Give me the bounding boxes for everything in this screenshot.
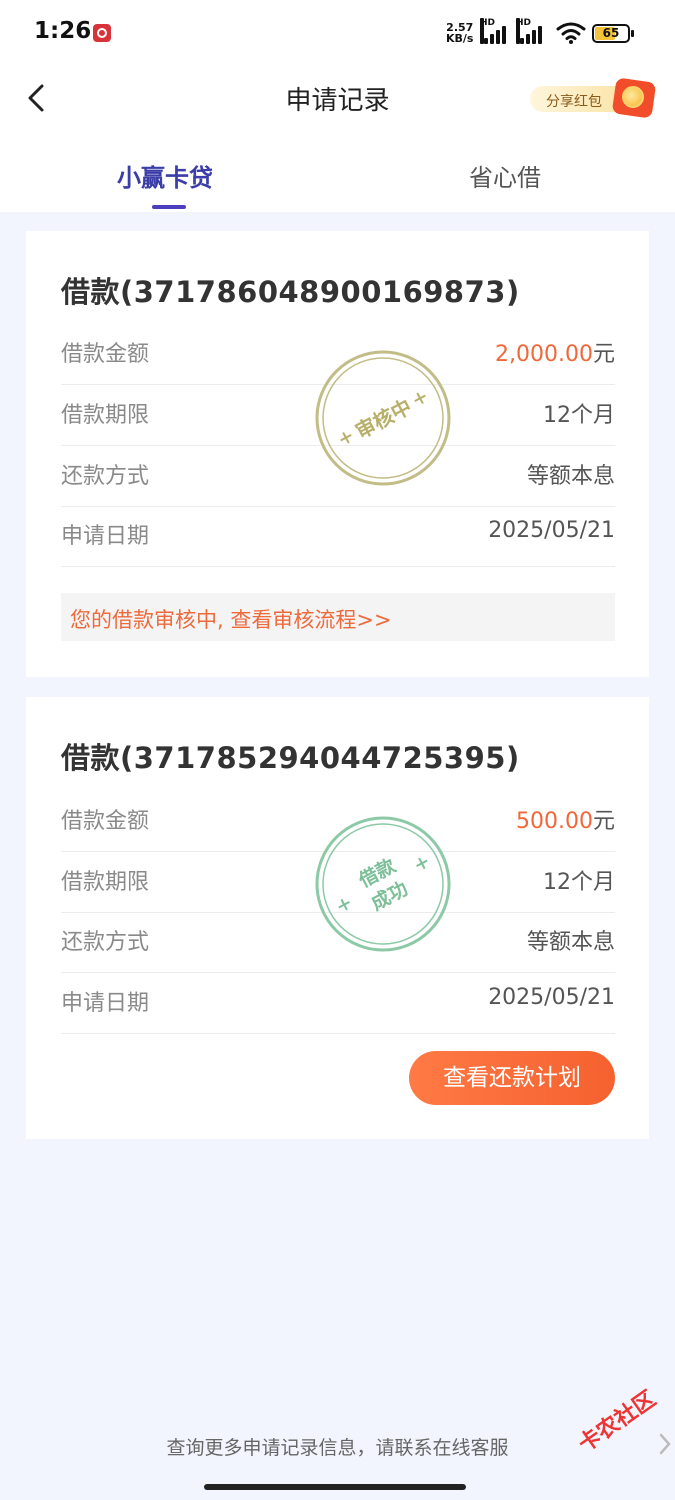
row-label: 申请日期 — [61, 524, 150, 549]
home-indicator[interactable] — [204, 1484, 466, 1490]
apply-date-row: 申请日期 2025/05/21 — [61, 973, 615, 1034]
tab-active-indicator — [152, 205, 186, 209]
loan-success-stamp-icon: 借款 成功 — [315, 816, 451, 952]
cell-signal-icon: HD — [480, 18, 510, 44]
row-value: 500.00元 — [516, 803, 615, 835]
wifi-icon — [556, 22, 586, 44]
row-label: 借款期限 — [61, 403, 150, 428]
row-label: 借款金额 — [61, 809, 150, 834]
tab-xiaoying-card-loan[interactable]: 小赢卡贷 — [117, 158, 213, 193]
chevron-right-icon — [659, 1433, 671, 1455]
network-speed-unit: KB/s — [446, 32, 474, 45]
row-value: 等额本息 — [526, 930, 615, 955]
row-value: 2025/05/21 — [488, 518, 615, 543]
stamp-text: 审核中 — [351, 394, 415, 443]
row-label: 还款方式 — [61, 464, 150, 489]
loan-title: 借款(371785294044725395) — [61, 741, 520, 775]
battery-icon: 65 — [592, 24, 634, 43]
row-label: 借款期限 — [61, 870, 150, 895]
amount-unit: 元 — [592, 809, 615, 834]
row-label: 还款方式 — [61, 930, 150, 955]
row-value: 等额本息 — [526, 464, 615, 489]
view-repayment-plan-button[interactable]: 查看还款计划 — [409, 1051, 615, 1105]
amount-unit: 元 — [592, 342, 615, 367]
under-review-stamp-icon: 审核中 — [315, 350, 451, 486]
loan-record-card[interactable]: 借款(371785294044725395) 借款金额 500.00元 借款期限… — [26, 697, 649, 1139]
apply-date-row: 申请日期 2025/05/21 — [61, 506, 615, 567]
battery-level: 65 — [602, 26, 620, 40]
row-label: 申请日期 — [61, 991, 150, 1016]
row-value: 2,000.00元 — [495, 336, 615, 368]
review-notice-link[interactable]: 您的借款审核中, 查看审核流程>> — [70, 604, 392, 634]
share-red-packet-button[interactable]: 分享红包 — [530, 77, 657, 119]
loan-amount: 500.00 — [516, 809, 593, 834]
loan-amount: 2,000.00 — [495, 342, 593, 367]
status-bar: 1:26 2.57 KB/s HD HD 65 — [0, 0, 675, 66]
loan-title: 借款(371786048900169873) — [61, 275, 520, 309]
row-value: 12个月 — [543, 870, 615, 895]
review-notice[interactable]: 您的借款审核中, 查看审核流程>> — [61, 593, 615, 641]
coin-icon — [622, 86, 644, 108]
share-label: 分享红包 — [546, 94, 602, 110]
cell-signal-icon-2: HD — [516, 18, 546, 44]
loan-record-card[interactable]: 借款(371786048900169873) 借款金额 2,000.00元 借款… — [26, 231, 649, 677]
row-label: 借款金额 — [61, 342, 150, 367]
tab-shengxinjie[interactable]: 省心借 — [469, 158, 541, 193]
row-value: 2025/05/21 — [488, 985, 615, 1010]
status-time: 1:26 — [34, 18, 92, 44]
network-speed: 2.57 KB/s — [446, 22, 473, 44]
row-value: 12个月 — [543, 403, 615, 428]
app-notification-icon — [93, 24, 111, 42]
